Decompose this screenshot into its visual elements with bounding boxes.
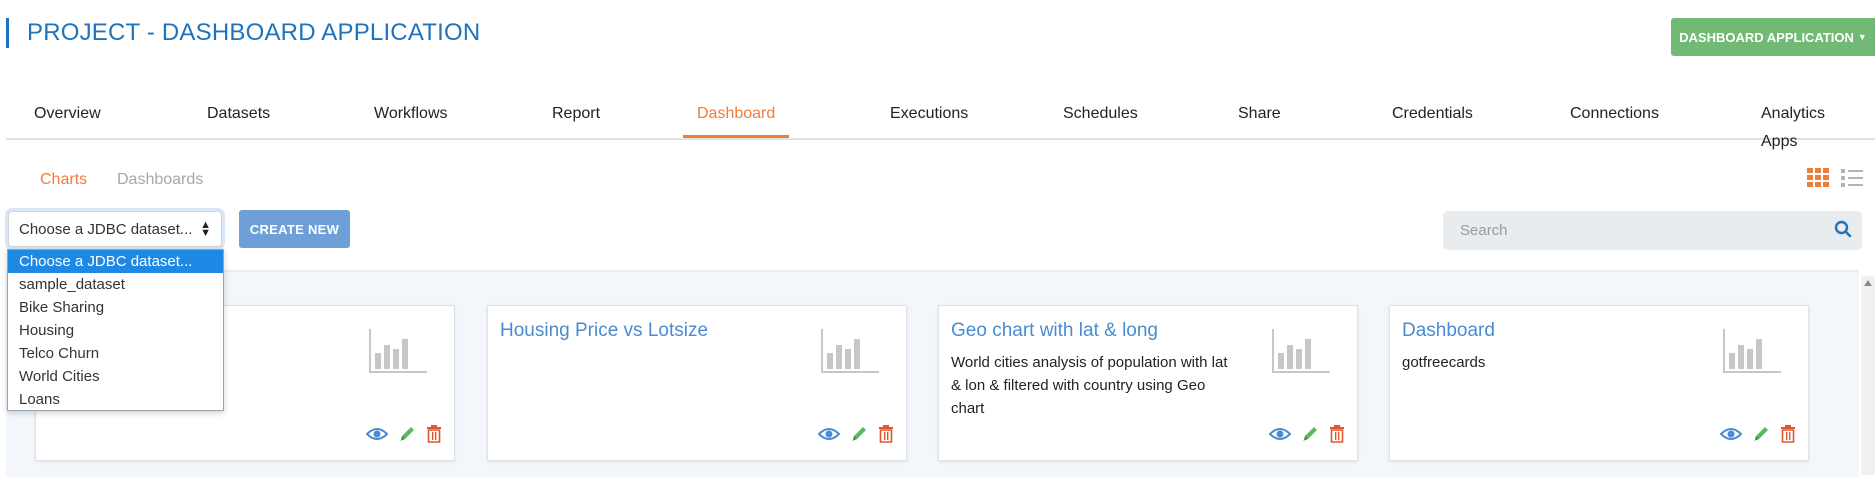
select-arrows-icon: ▲ ▼ bbox=[200, 219, 211, 239]
subtab-dashboards[interactable]: Dashboards bbox=[117, 171, 203, 189]
tab-datasets[interactable]: Datasets bbox=[193, 100, 284, 138]
dropdown-option[interactable]: Telco Churn bbox=[8, 342, 223, 365]
jdbc-dataset-select-value: Choose a JDBC dataset... bbox=[19, 221, 193, 238]
chart-card[interactable]: Geo chart with lat & long World cities a… bbox=[938, 305, 1358, 461]
grid-view-icon[interactable] bbox=[1807, 168, 1829, 193]
chart-card-actions bbox=[1719, 425, 1796, 448]
page-scrollbar[interactable] bbox=[1861, 276, 1875, 475]
search-input[interactable] bbox=[1458, 221, 1812, 240]
tab-executions[interactable]: Executions bbox=[876, 100, 982, 138]
dashboard-application-button[interactable]: DASHBOARD APPLICATION ▼ bbox=[1671, 18, 1875, 56]
pencil-icon[interactable] bbox=[1752, 425, 1770, 448]
pencil-icon[interactable] bbox=[398, 425, 416, 448]
view-toggle bbox=[1807, 168, 1863, 193]
trash-icon[interactable] bbox=[1329, 425, 1345, 448]
eye-icon[interactable] bbox=[817, 426, 841, 447]
tab-analytics-apps[interactable]: Analytics Apps bbox=[1747, 100, 1875, 150]
dropdown-option[interactable]: Bike Sharing bbox=[8, 296, 223, 319]
tab-share[interactable]: Share bbox=[1224, 100, 1295, 138]
scroll-up-arrow-icon[interactable] bbox=[1864, 280, 1872, 286]
dropdown-option[interactable]: Choose a JDBC dataset... bbox=[8, 250, 223, 273]
tab-overview[interactable]: Overview bbox=[20, 100, 115, 138]
eye-icon[interactable] bbox=[1268, 426, 1292, 447]
pencil-icon[interactable] bbox=[850, 425, 868, 448]
trash-icon[interactable] bbox=[1780, 425, 1796, 448]
trash-icon[interactable] bbox=[426, 425, 442, 448]
tab-connections[interactable]: Connections bbox=[1556, 100, 1673, 138]
chart-card-title: Housing Price vs Lotsize bbox=[500, 320, 709, 341]
search-icon[interactable] bbox=[1834, 220, 1852, 243]
bar-chart-icon bbox=[369, 329, 427, 378]
search-box bbox=[1443, 211, 1862, 250]
chart-card-actions bbox=[817, 425, 894, 448]
create-new-button[interactable]: CREATE NEW bbox=[239, 210, 350, 248]
jdbc-dataset-select[interactable]: Choose a JDBC dataset... ▲ ▼ bbox=[8, 211, 222, 247]
dashboard-application-label: DASHBOARD APPLICATION bbox=[1679, 29, 1854, 45]
main-nav: Overview Datasets Workflows Report Dashb… bbox=[6, 100, 1875, 150]
dropdown-option[interactable]: sample_dataset bbox=[8, 273, 223, 296]
trash-icon[interactable] bbox=[878, 425, 894, 448]
chart-card-title: Dashboard bbox=[1402, 320, 1495, 341]
tab-credentials[interactable]: Credentials bbox=[1378, 100, 1487, 138]
eye-icon[interactable] bbox=[1719, 426, 1743, 447]
pencil-icon[interactable] bbox=[1301, 425, 1319, 448]
chart-card[interactable]: Dashboard gotfreecards bbox=[1389, 305, 1809, 461]
page-title: PROJECT - DASHBOARD APPLICATION bbox=[27, 19, 481, 46]
chart-card-description: World cities analysis of population with… bbox=[951, 354, 1228, 417]
tab-report[interactable]: Report bbox=[538, 100, 614, 138]
bar-chart-icon bbox=[1723, 329, 1781, 378]
list-view-icon[interactable] bbox=[1841, 168, 1863, 193]
subtab-charts[interactable]: Charts bbox=[40, 171, 87, 189]
dropdown-option[interactable]: World Cities bbox=[8, 365, 223, 388]
bar-chart-icon bbox=[821, 329, 879, 378]
tab-dashboard[interactable]: Dashboard bbox=[683, 100, 790, 138]
caret-down-icon: ▼ bbox=[1857, 32, 1867, 42]
chart-card[interactable]: Housing Price vs Lotsize bbox=[487, 305, 907, 461]
tab-schedules[interactable]: Schedules bbox=[1049, 100, 1152, 138]
chart-card-actions bbox=[1268, 425, 1345, 448]
tab-workflows[interactable]: Workflows bbox=[360, 100, 462, 138]
page-title-bar: PROJECT - DASHBOARD APPLICATION bbox=[6, 18, 480, 48]
dropdown-option[interactable]: Loans bbox=[8, 388, 223, 411]
chart-card-title: Geo chart with lat & long bbox=[951, 320, 1158, 341]
eye-icon[interactable] bbox=[365, 426, 389, 447]
chart-card-description: gotfreecards bbox=[1402, 354, 1486, 371]
chart-card-actions bbox=[365, 425, 442, 448]
jdbc-dataset-dropdown: Choose a JDBC dataset... sample_dataset … bbox=[7, 249, 224, 411]
dropdown-option[interactable]: Housing bbox=[8, 319, 223, 342]
bar-chart-icon bbox=[1272, 329, 1330, 378]
